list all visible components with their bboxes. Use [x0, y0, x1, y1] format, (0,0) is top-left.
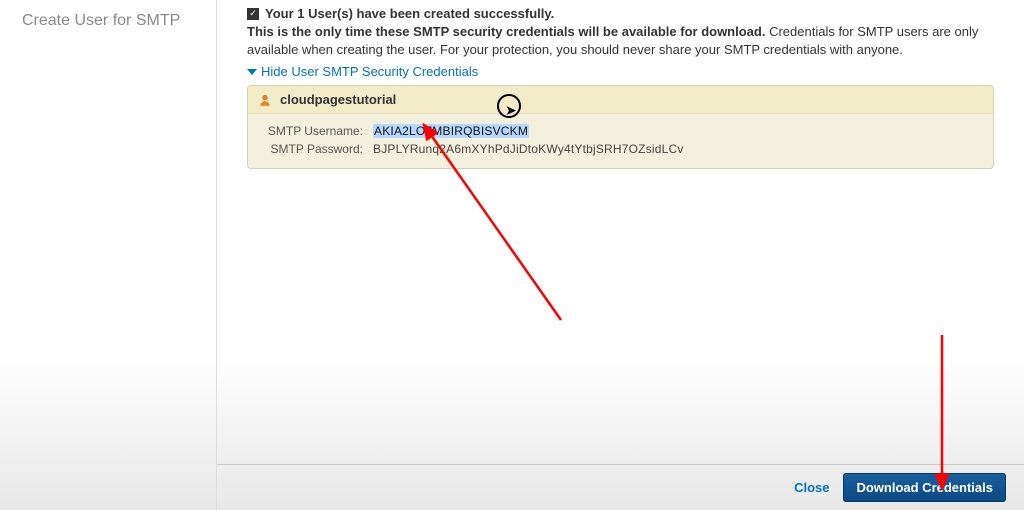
success-text: Your 1 User(s) have been created success… [265, 6, 554, 21]
smtp-username-row: SMTP Username: AKIA2LO7MBIRQBISVCKM [258, 122, 983, 140]
credentials-user-name: cloudpagestutorial [280, 92, 396, 107]
success-message: ✓ Your 1 User(s) have been created succe… [247, 6, 994, 21]
smtp-password-value[interactable]: BJPLYRunq2A6mXYhPdJiDtoKWy4tYtbjSRH7OZsi… [373, 140, 684, 158]
download-credentials-button[interactable]: Download Credentials [843, 473, 1006, 502]
footer-bar: Close Download Credentials [217, 464, 1024, 510]
sidebar: Create User for SMTP [0, 0, 216, 30]
close-button[interactable]: Close [794, 480, 829, 495]
warning-note-bold: This is the only time these SMTP securit… [247, 24, 765, 39]
credentials-header: cloudpagestutorial [248, 86, 993, 114]
smtp-username-value[interactable]: AKIA2LO7MBIRQBISVCKM [373, 122, 529, 140]
smtp-username-label: SMTP Username: [258, 122, 363, 140]
chevron-down-icon [247, 69, 257, 75]
warning-note: This is the only time these SMTP securit… [247, 23, 994, 58]
toggle-credentials-link[interactable]: Hide User SMTP Security Credentials [247, 64, 478, 79]
user-icon [258, 93, 272, 107]
credentials-panel: cloudpagestutorial SMTP Username: AKIA2L… [247, 85, 994, 169]
smtp-password-row: SMTP Password: BJPLYRunq2A6mXYhPdJiDtoKW… [258, 140, 983, 158]
smtp-password-label: SMTP Password: [258, 140, 363, 158]
page-title: Create User for SMTP [22, 12, 216, 30]
toggle-credentials-label: Hide User SMTP Security Credentials [261, 64, 478, 79]
main-panel: ✓ Your 1 User(s) have been created succe… [216, 0, 1024, 510]
check-icon: ✓ [247, 8, 259, 20]
credentials-body: SMTP Username: AKIA2LO7MBIRQBISVCKM SMTP… [248, 114, 993, 168]
